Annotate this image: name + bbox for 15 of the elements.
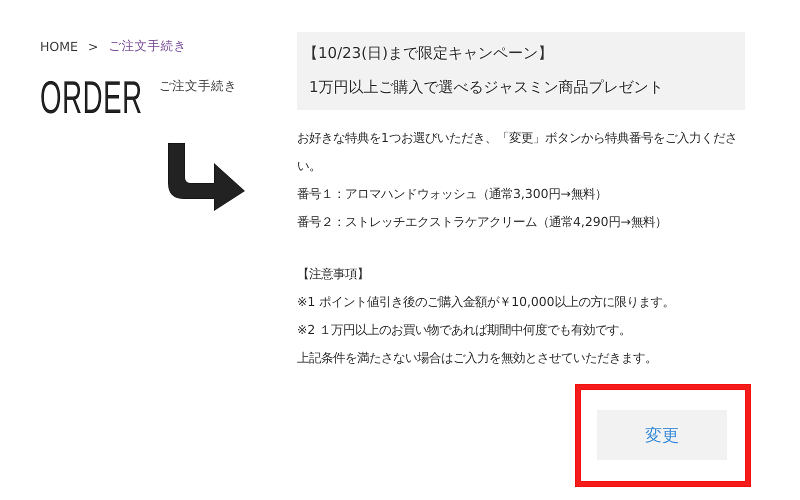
note-text: 【注意事項】 [297, 265, 370, 283]
banner-text: 1万円以上ご購入で選べるジャスミン商品プレゼント [308, 77, 665, 98]
banner-text: 【10/23(日)まで限定キャンペーン】 [302, 43, 554, 64]
note-text: 上記条件を満たさない場合はご入力を無効とさせていただきます。 [297, 349, 658, 367]
note-text: ※2 １万円以上のお買い物であれば期間中何度でも有効です。 [297, 321, 632, 339]
breadcrumb-separator: > [88, 38, 98, 54]
description-text: 番号２：ストレッチエクストラケアクリーム（通常4,290円→無料） [297, 213, 668, 231]
description-text: 番号１：アロマハンドウォッシュ（通常3,300円→無料） [297, 185, 608, 203]
breadcrumb-link[interactable]: HOME [40, 38, 78, 54]
order-heading: ORDER [40, 74, 143, 120]
note-text: ※1 ポイント値引き後のご購入金額が￥10,000以上の方に限ります。 [297, 293, 676, 311]
description-text: お好きな特典を1つお選びいただき、「変更」ボタンから特典番号をご入力ください。 [297, 129, 738, 175]
breadcrumb-current: ご注文手続き [108, 38, 186, 54]
heading-subtitle: ご注文手続き [159, 78, 238, 95]
turn-right-arrow-icon [168, 143, 246, 211]
